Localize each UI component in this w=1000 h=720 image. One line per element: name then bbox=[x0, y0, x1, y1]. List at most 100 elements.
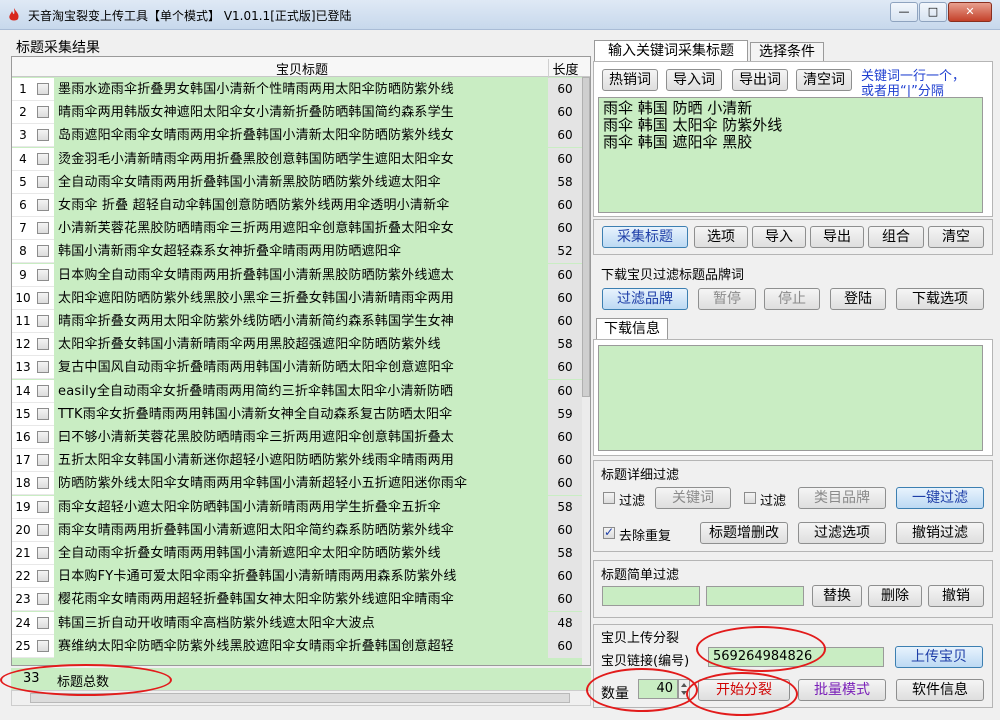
table-row[interactable]: 8 韩国小清新雨伞女超轻森系女神折叠伞晴雨两用防晒遮阳伞 52 bbox=[12, 240, 588, 264]
delete-button[interactable]: 删除 bbox=[868, 585, 922, 607]
table-row[interactable]: 12 太阳伞折叠女韩国小清新晴雨伞两用黑胶超强遮阳伞防晒防紫外线 58 bbox=[12, 333, 588, 357]
upload-item-button[interactable]: 上传宝贝 bbox=[895, 646, 983, 668]
row-checkbox[interactable] bbox=[37, 268, 49, 281]
vertical-scroll-thumb[interactable] bbox=[582, 77, 590, 397]
row-title[interactable]: 女雨伞 折叠 超轻自动伞韩国创意防晒防紫外线两用伞透明小清新伞 bbox=[56, 194, 546, 217]
item-link-input[interactable]: 569264984826 bbox=[708, 647, 884, 667]
row-checkbox-cell[interactable] bbox=[34, 542, 54, 565]
row-title[interactable]: 日本购全自动雨伞女晴雨两用折叠韩国小清新黑胶防晒防紫外线遮太 bbox=[56, 264, 546, 287]
row-title[interactable]: TTK雨伞女折叠晴雨两用韩国小清新女神全自动森系复古防晒太阳伞 bbox=[56, 403, 546, 426]
tab-download-info[interactable]: 下载信息 bbox=[596, 318, 668, 340]
one-click-filter-button[interactable]: 一键过滤 bbox=[896, 487, 984, 509]
keyword-textarea[interactable]: 雨伞 韩国 防晒 小清新 雨伞 韩国 太阳伞 防紫外线 雨伞 韩国 遮阳伞 黑胶 bbox=[598, 97, 983, 213]
quantity-stepper[interactable] bbox=[678, 679, 690, 699]
row-checkbox[interactable] bbox=[37, 500, 49, 513]
table-row[interactable]: 16 曰不够小清新芙蓉花黑胶防晒晴雨伞三折两用遮阳伞创意韩国折叠太 60 bbox=[12, 426, 588, 449]
row-title[interactable]: 五折太阳伞女韩国小清新迷你超轻小遮阳防晒防紫外线雨伞晴雨两用 bbox=[56, 449, 546, 472]
close-button[interactable]: ✕ bbox=[948, 2, 992, 22]
column-header-length[interactable]: 长度 bbox=[548, 59, 582, 78]
table-row[interactable]: 5 全自动雨伞女晴雨两用折叠韩国小清新黑胶防晒防紫外线遮太阳伞 58 bbox=[12, 170, 588, 194]
table-row[interactable]: 23 樱花雨伞女晴雨两用超轻折叠韩国女神太阳伞防紫外线遮阳伞晴雨伞 60 bbox=[12, 588, 588, 612]
row-checkbox[interactable] bbox=[37, 245, 49, 258]
table-row[interactable]: 4 烫金羽毛小清新晴雨伞两用折叠黑胶创意韩国防晒学生遮阳太阳伞女 60 bbox=[12, 147, 588, 171]
undo-button[interactable]: 撤销 bbox=[928, 585, 984, 607]
table-row[interactable]: 11 晴雨伞折叠女两用太阳伞防紫外线防晒小清新简约森系韩国学生女神 60 bbox=[12, 310, 588, 333]
row-checkbox[interactable] bbox=[37, 523, 49, 536]
table-row[interactable]: 17 五折太阳伞女韩国小清新迷你超轻小遮阳防晒防紫外线雨伞晴雨两用 60 bbox=[12, 449, 588, 473]
tab-select-condition[interactable]: 选择条件 bbox=[750, 42, 824, 62]
stop-button[interactable]: 停止 bbox=[764, 288, 820, 310]
vertical-scrollbar[interactable] bbox=[582, 77, 590, 665]
table-row[interactable]: 7 小清新芙蓉花黑胶防晒晴雨伞三折两用遮阳伞创意韩国折叠太阳伞女 60 bbox=[12, 217, 588, 241]
maximize-button[interactable]: □ bbox=[919, 2, 947, 22]
table-row[interactable]: 2 晴雨伞两用韩版女神遮阳太阳伞女小清新折叠防晒韩国简约森系学生 60 bbox=[12, 101, 588, 125]
simple-filter-find-input[interactable] bbox=[602, 586, 700, 606]
table-row[interactable]: 9 日本购全自动雨伞女晴雨两用折叠韩国小清新黑胶防晒防紫外线遮太 60 bbox=[12, 263, 588, 287]
row-title[interactable]: 晴雨伞两用韩版女神遮阳太阳伞女小清新折叠防晒韩国简约森系学生 bbox=[56, 101, 546, 124]
row-title[interactable]: 赛维纳太阳伞防晒伞防紫外线黑胶遮阳伞女晴雨伞折叠韩国创意超轻 bbox=[56, 635, 546, 658]
row-checkbox-cell[interactable] bbox=[34, 426, 54, 449]
table-row[interactable]: 20 雨伞女晴雨两用折叠韩国小清新遮阳太阳伞简约森系防晒防紫外线伞 60 bbox=[12, 518, 588, 542]
row-checkbox-cell[interactable] bbox=[34, 634, 54, 658]
table-row[interactable]: 25 赛维纳太阳伞防晒伞防紫外线黑胶遮阳伞女晴雨伞折叠韩国创意超轻 60 bbox=[12, 634, 588, 658]
table-row[interactable]: 1 墨雨水迹雨伞折叠男女韩国小清新个性晴雨两用太阳伞防晒防紫外线 60 bbox=[12, 78, 588, 101]
table-row[interactable]: 3 岛雨遮阳伞雨伞女晴雨两用伞折叠韩国小清新太阳伞防晒防紫外线女 60 bbox=[12, 124, 588, 148]
row-checkbox[interactable] bbox=[37, 407, 49, 420]
row-title[interactable]: 日本购FY卡通可爱太阳伞雨伞折叠韩国小清新晴雨两用森系防紫外线 bbox=[56, 565, 546, 588]
login-button[interactable]: 登陆 bbox=[830, 288, 886, 310]
filter-options-button[interactable]: 过滤选项 bbox=[798, 522, 886, 544]
options-button[interactable]: 选项 bbox=[694, 226, 748, 248]
category-brand-button[interactable]: 类目品牌 bbox=[798, 487, 886, 509]
table-row[interactable]: 18 防晒防紫外线太阳伞女晴雨两用伞韩国小清新超轻小五折遮阳迷你雨伞 60 bbox=[12, 472, 588, 496]
row-checkbox[interactable] bbox=[37, 477, 49, 490]
row-checkbox-cell[interactable] bbox=[34, 170, 54, 194]
row-title[interactable]: 复古中国风自动雨伞折叠晴雨两用韩国小清新防晒太阳伞创意遮阳伞 bbox=[56, 356, 546, 379]
download-options-button[interactable]: 下载选项 bbox=[896, 288, 984, 310]
row-checkbox[interactable] bbox=[37, 83, 49, 95]
row-checkbox[interactable] bbox=[37, 129, 49, 142]
table-row[interactable]: 22 日本购FY卡通可爱太阳伞雨伞折叠韩国小清新晴雨两用森系防紫外线 60 bbox=[12, 565, 588, 589]
combine-button[interactable]: 组合 bbox=[868, 226, 924, 248]
row-checkbox-cell[interactable] bbox=[34, 495, 54, 519]
row-checkbox-cell[interactable] bbox=[34, 611, 54, 635]
export-button[interactable]: 导出 bbox=[810, 226, 864, 248]
row-checkbox[interactable] bbox=[37, 315, 49, 327]
row-checkbox-cell[interactable] bbox=[34, 240, 54, 264]
row-checkbox-cell[interactable] bbox=[34, 449, 54, 473]
horizontal-scrollbar[interactable] bbox=[11, 690, 591, 706]
row-checkbox[interactable] bbox=[37, 547, 49, 559]
minimize-button[interactable]: — bbox=[890, 2, 918, 22]
row-checkbox-cell[interactable] bbox=[34, 286, 54, 310]
row-checkbox[interactable] bbox=[37, 291, 49, 304]
row-checkbox[interactable] bbox=[37, 106, 49, 119]
hot-words-button[interactable]: 热销词 bbox=[602, 69, 658, 91]
row-title[interactable]: 雨伞女晴雨两用折叠韩国小清新遮阳太阳伞简约森系防晒防紫外线伞 bbox=[56, 519, 546, 542]
keyword-filter-button[interactable]: 关键词 bbox=[655, 487, 731, 509]
filter-category-checkbox[interactable] bbox=[744, 492, 756, 504]
title-edit-button[interactable]: 标题增删改 bbox=[700, 522, 788, 544]
row-title[interactable]: 全自动雨伞折叠女晴雨两用韩国小清新遮阳伞太阳伞防晒防紫外线 bbox=[56, 542, 546, 565]
row-checkbox-cell[interactable] bbox=[34, 356, 54, 380]
row-title[interactable]: easily全自动雨伞女折叠晴雨两用简约三折伞韩国太阳伞小清新防晒 bbox=[56, 380, 546, 403]
clear-button[interactable]: 清空 bbox=[928, 226, 984, 248]
row-checkbox[interactable] bbox=[37, 454, 49, 467]
row-title[interactable]: 晴雨伞折叠女两用太阳伞防紫外线防晒小清新简约森系韩国学生女神 bbox=[56, 310, 546, 333]
row-checkbox-cell[interactable] bbox=[34, 101, 54, 125]
row-title[interactable]: 雨伞女超轻小遮太阳伞防晒韩国小清新晴雨两用学生折叠伞五折伞 bbox=[56, 496, 546, 519]
row-title[interactable]: 岛雨遮阳伞雨伞女晴雨两用伞折叠韩国小清新太阳伞防晒防紫外线女 bbox=[56, 124, 546, 147]
start-split-button[interactable]: 开始分裂 bbox=[698, 679, 790, 701]
replace-button[interactable]: 替换 bbox=[812, 585, 862, 607]
row-checkbox-cell[interactable] bbox=[34, 194, 54, 217]
column-header-title[interactable]: 宝贝标题 bbox=[56, 59, 548, 78]
import-words-button[interactable]: 导入词 bbox=[666, 69, 722, 91]
row-title[interactable]: 防晒防紫外线太阳伞女晴雨两用伞韩国小清新超轻小五折遮阳迷你雨伞 bbox=[56, 472, 546, 495]
row-checkbox-cell[interactable] bbox=[34, 78, 54, 101]
download-info-textarea[interactable] bbox=[598, 345, 983, 451]
row-checkbox[interactable] bbox=[37, 431, 49, 443]
quantity-input[interactable]: 40 bbox=[638, 679, 678, 699]
table-row[interactable]: 21 全自动雨伞折叠女晴雨两用韩国小清新遮阳伞太阳伞防晒防紫外线 58 bbox=[12, 542, 588, 565]
row-title[interactable]: 太阳伞遮阳防晒防紫外线黑胶小黑伞三折叠女韩国小清新晴雨伞两用 bbox=[56, 287, 546, 310]
tab-keyword-collect[interactable]: 输入关键词采集标题 bbox=[594, 40, 748, 62]
row-title[interactable]: 太阳伞折叠女韩国小清新晴雨伞两用黑胶超强遮阳伞防晒防紫外线 bbox=[56, 333, 546, 356]
row-checkbox[interactable] bbox=[37, 152, 49, 165]
